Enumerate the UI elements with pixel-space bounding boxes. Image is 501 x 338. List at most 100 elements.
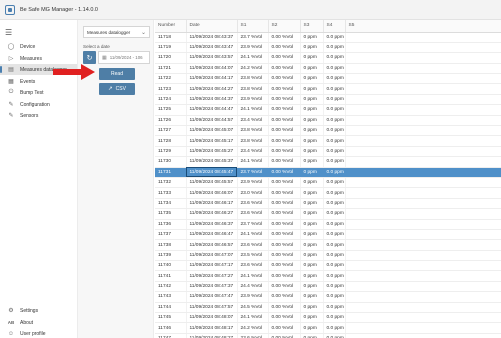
table-cell-s4: 0.0 ppm (323, 291, 346, 303)
table-cell-s1: 23.7 %Vol (237, 167, 269, 178)
table-row[interactable]: 11743 11/09/2024 08:47:47 23.9 %Vol 0.00 %V… (155, 291, 501, 303)
table-cell-s1: 23.6 %Vol (237, 260, 269, 272)
table-row[interactable]: 11722 11/09/2024 08:44:17 23.8 %Vol 0.00 %V… (155, 73, 501, 85)
table-cell-s3: 0 ppm (300, 94, 324, 106)
table-cell-s1: 23.8 %Vol (237, 73, 269, 85)
table-cell-s4: 0.0 ppm (323, 198, 346, 210)
table-cell-s5 (345, 302, 501, 314)
table-row[interactable]: 11721 11/09/2024 08:44:07 24.2 %Vol 0.00 %V… (155, 63, 501, 75)
date-select[interactable]: ▦ 11/09/2024 - 106 (98, 51, 150, 64)
table-row[interactable]: 11728 11/09/2024 08:45:17 23.8 %Vol 0.00 %V… (155, 135, 501, 147)
table-row[interactable]: 11725 11/09/2024 08:44:47 24.1 %Vol 0.00 %V… (155, 104, 501, 116)
table-cell-date: 11/09/2024 08:44:57 (186, 115, 238, 127)
table-cell-s1: 23.4 %Vol (237, 146, 269, 158)
table-row[interactable]: 11730 11/09/2024 08:45:37 24.1 %Vol 0.00 %V… (155, 156, 501, 168)
table-cell-number: 11725 (155, 104, 187, 116)
table-cell-s2: 0.00 %Vol (268, 146, 301, 158)
sidebar-item-label: Device (20, 43, 36, 50)
table-cell-s2: 0.00 %Vol (268, 198, 301, 210)
table-row[interactable]: 11729 11/09/2024 08:45:27 23.4 %Vol 0.00 %V… (155, 146, 501, 158)
table-cell-s4: 0.0 ppm (323, 73, 346, 85)
table-cell-date: 11/09/2024 08:46:17 (186, 198, 238, 210)
table-cell-s2: 0.00 %Vol (268, 42, 301, 54)
table-cell-s2: 0.00 %Vol (268, 52, 301, 64)
table-cell-s1: 24.1 %Vol (237, 312, 269, 324)
sidebar-item-measures[interactable]: ▷ Measures (0, 53, 77, 64)
table-row[interactable]: 11746 11/09/2024 08:48:17 24.2 %Vol 0.00 %V… (155, 322, 501, 334)
table-row[interactable]: 11719 11/09/2024 08:43:47 23.9 %Vol 0.00 %V… (155, 42, 501, 54)
table-cell-s4: 0.0 ppm (323, 104, 346, 116)
view-select-dropdown[interactable]: Measures datalogger ⌄ (83, 26, 150, 38)
sidebar-item-sensors[interactable]: ✎ Sensors (0, 110, 77, 121)
table-cell-number: 11735 (155, 208, 187, 220)
table-row[interactable]: 1174711/09/2024 08:48:2723.6 %Vol0.00 %V… (155, 333, 501, 338)
column-header-number[interactable]: Number (155, 20, 187, 33)
column-header-s2[interactable]: S2 (268, 20, 301, 33)
column-header-s1[interactable]: S1 (237, 20, 269, 33)
table-cell-s1: 24.5 %Vol (237, 302, 269, 314)
table-cell-number: 11733 (155, 187, 187, 199)
table-row[interactable]: 11731 11/09/2024 08:45:47 23.7 %Vol 0.00 %V… (155, 167, 501, 178)
table-row[interactable]: 11742 11/09/2024 08:47:37 24.4 %Vol 0.00 %V… (155, 281, 501, 293)
table-row[interactable]: 11735 11/09/2024 08:46:27 23.6 %Vol 0.00 %V… (155, 208, 501, 220)
table-row[interactable]: 11727 11/09/2024 08:45:07 23.8 %Vol 0.00 %V… (155, 125, 501, 137)
table-row[interactable]: 11738 11/09/2024 08:46:57 23.6 %Vol 0.00 %V… (155, 239, 501, 251)
sidebar-item-bump-test[interactable]: ⏻ Bump Test (0, 87, 77, 98)
table-cell-date: 11/09/2024 08:46:37 (186, 219, 238, 230)
table-cell-s1: 23.4 %Vol (237, 115, 269, 127)
table-cell-s2: 0.00 %Vol (268, 208, 301, 220)
table-row[interactable]: 11724 11/09/2024 08:44:37 23.9 %Vol 0.00 %V… (155, 94, 501, 106)
table-cell-date: 11/09/2024 08:45:37 (186, 156, 238, 168)
column-header-s5[interactable]: S5 (345, 20, 501, 33)
table-cell-s3: 0 ppm (300, 198, 324, 210)
red-arrow-annotation (53, 64, 95, 80)
table-row[interactable]: 11732 11/09/2024 08:45:57 23.9 %Vol 0.00 %V… (155, 177, 501, 189)
play-icon: ▷ (8, 56, 14, 62)
table-row[interactable]: 11734 11/09/2024 08:46:17 23.6 %Vol 0.00 %V… (155, 198, 501, 210)
read-button[interactable]: Read (99, 68, 135, 80)
sidebar-item-device[interactable]: ◯ Device (0, 41, 77, 52)
table-cell-s3: 0 ppm (300, 187, 324, 199)
table-cell-s3: 0 ppm (300, 146, 324, 158)
table-cell-s2: 0.00 %Vol (268, 312, 301, 324)
table-cell-s5 (345, 167, 501, 178)
column-header-date[interactable]: Date (186, 20, 238, 33)
table-cell-s1: 23.7 %Vol (237, 32, 269, 43)
table-cell-s1: 23.8 %Vol (237, 125, 269, 137)
table-row[interactable]: 11720 11/09/2024 08:43:57 24.1 %Vol 0.00 %V… (155, 52, 501, 64)
sidebar-item-about[interactable]: AB About (0, 317, 77, 328)
table-cell-s2: 0.00 %Vol (268, 291, 301, 303)
table-cell-s3: 0 ppm (300, 291, 324, 303)
table-cell-date: 11/09/2024 08:46:07 (186, 187, 238, 199)
sidebar-item-configuration[interactable]: ✎ Configuration (0, 99, 77, 110)
hamburger-menu-icon[interactable]: ☰ (5, 28, 12, 37)
table-cell-s5 (345, 229, 501, 241)
table-cell-number: 11739 (155, 250, 187, 262)
column-header-s3[interactable]: S3 (300, 20, 324, 33)
table-cell-date: 11/09/2024 08:47:47 (186, 291, 238, 303)
table-row[interactable]: 11726 11/09/2024 08:44:57 23.4 %Vol 0.00 %V… (155, 115, 501, 127)
table-row[interactable]: 11723 11/09/2024 08:44:27 23.8 %Vol 0.00 %V… (155, 83, 501, 95)
table-cell-date: 11/09/2024 08:44:27 (186, 83, 238, 95)
refresh-button[interactable]: ↻ (83, 51, 96, 64)
table-cell-s1: 23.9 %Vol (237, 94, 269, 106)
table-row[interactable]: 11745 11/09/2024 08:48:07 24.1 %Vol 0.00 %V… (155, 312, 501, 324)
table-row[interactable]: 11740 11/09/2024 08:47:17 23.6 %Vol 0.00 %V… (155, 260, 501, 272)
table-cell-s3: 0 ppm (300, 302, 324, 314)
select-date-label: Select a date (83, 44, 110, 49)
table-row[interactable]: 11741 11/09/2024 08:47:27 24.1 %Vol 0.00 %V… (155, 270, 501, 282)
table-row[interactable]: 11718 11/09/2024 08:43:37 23.7 %Vol 0.00 %V… (155, 32, 501, 43)
table-row[interactable]: 11737 11/09/2024 08:46:47 24.1 %Vol 0.00 %V… (155, 229, 501, 241)
table-cell-s4: 0.0 ppm (323, 83, 346, 95)
table-row[interactable]: 11744 11/09/2024 08:47:57 24.5 %Vol 0.00 %V… (155, 302, 501, 314)
table-row[interactable]: 11736 11/09/2024 08:46:37 23.7 %Vol 0.00 %V… (155, 219, 501, 230)
sidebar-item-settings[interactable]: ⚙ Settings (0, 305, 77, 316)
table-cell-s4: 0.0 ppm (323, 208, 346, 220)
table-row[interactable]: 11739 11/09/2024 08:47:07 23.5 %Vol 0.00 %V… (155, 250, 501, 262)
table-cell-number: 11738 (155, 239, 187, 251)
sidebar-item-user-profile[interactable]: ☺ User profile (0, 328, 77, 338)
table-row[interactable]: 11733 11/09/2024 08:46:07 23.0 %Vol 0.00 %V… (155, 187, 501, 199)
export-csv-button[interactable]: ↗ CSV (99, 83, 135, 95)
column-header-s4[interactable]: S4 (323, 20, 346, 33)
table-cell-number: 11742 (155, 281, 187, 293)
